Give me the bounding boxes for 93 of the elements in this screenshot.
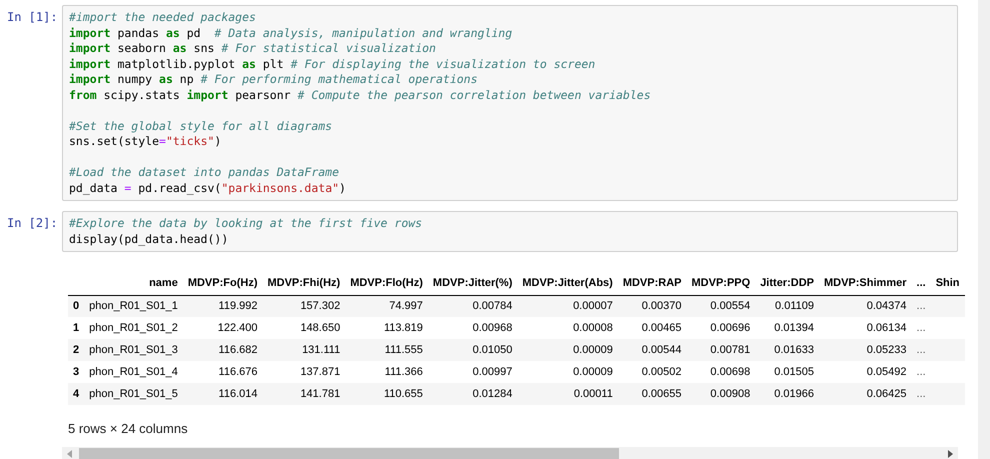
row-index: 3 xyxy=(73,366,80,378)
column-header: MDVP:Fhi(Hz) xyxy=(267,277,340,289)
table-cell: phon_R01_S01_2 xyxy=(89,322,178,334)
code-line: import numpy as np # For performing mathematical operations xyxy=(69,72,478,88)
table-cell: ... xyxy=(916,300,926,312)
table-cell: 0.01284 xyxy=(472,388,512,400)
column-header: MDVP:Flo(Hz) xyxy=(350,277,423,289)
table-cell: 0.00784 xyxy=(472,300,512,312)
table-cell: 0.00544 xyxy=(642,344,682,356)
table-cell: 0.00781 xyxy=(710,344,750,356)
table-cell: 116.676 xyxy=(218,366,258,378)
table-cell: 119.992 xyxy=(218,300,258,312)
code-line: #Load the dataset into pandas DataFrame xyxy=(69,165,340,180)
table-cell: 0.04374 xyxy=(866,300,907,312)
table-cell: 111.366 xyxy=(384,366,423,378)
horizontal-scrollbar[interactable] xyxy=(62,446,958,459)
table-cell: 0.05492 xyxy=(866,366,907,378)
cell-prompt: In [1]: xyxy=(6,9,59,26)
code-line: #import the needed packages xyxy=(69,10,256,26)
table-cell: 0.00465 xyxy=(642,322,682,334)
code-line: #Explore the data by looking at the first five rows xyxy=(69,216,422,232)
table-cell: phon_R01_S01_4 xyxy=(89,366,178,378)
table-cell: 0.01050 xyxy=(472,344,512,356)
table-cell: phon_R01_S01_1 xyxy=(89,300,178,312)
table-cell: 148.650 xyxy=(300,322,340,334)
column-header: Shin xyxy=(936,277,960,289)
table-cell: ... xyxy=(916,322,926,334)
table-cell: 0.00696 xyxy=(710,322,750,334)
table-cell: 0.00370 xyxy=(642,300,682,312)
table-cell: 0.01966 xyxy=(774,388,814,400)
table-cell: ... xyxy=(916,344,926,356)
table-cell: ... xyxy=(916,366,926,378)
column-header: MDVP:PPQ xyxy=(692,277,750,289)
table-cell: 0.00009 xyxy=(573,366,613,378)
code-line: #Set the global style for all diagrams xyxy=(69,118,332,134)
column-header: MDVP:Fo(Hz) xyxy=(188,277,258,289)
code-line: from scipy.stats import pearsonr # Compute the pearson correlation between variables xyxy=(69,88,651,103)
code-line: import pandas as pd # Data analysis, manipulation and wrangling xyxy=(69,26,512,41)
scroll-right-icon[interactable] xyxy=(947,450,953,458)
table-cell: 0.00009 xyxy=(573,344,613,356)
code-line: import matplotlib.pyplot as plt # For displaying the visualization to screen xyxy=(69,56,596,72)
scrollbar-thumb[interactable] xyxy=(79,448,619,459)
table-cell: 0.01109 xyxy=(775,300,814,312)
row-index: 1 xyxy=(73,322,80,334)
table-cell: 116.682 xyxy=(218,344,258,356)
table-cell: phon_R01_S01_3 xyxy=(89,344,178,356)
table-cell: 0.00908 xyxy=(710,388,750,400)
table-cell: 0.06134 xyxy=(866,322,907,334)
table-cell: 0.00011 xyxy=(574,388,613,400)
row-index: 2 xyxy=(73,344,80,356)
table-cell: 111.555 xyxy=(384,344,423,356)
column-header: name xyxy=(149,277,178,289)
table-cell: 0.00655 xyxy=(642,388,682,400)
table-cell: 0.00502 xyxy=(642,366,682,378)
scroll-left-icon[interactable] xyxy=(67,450,73,458)
table-cell: 0.00554 xyxy=(710,300,750,312)
column-header: MDVP:Jitter(%) xyxy=(432,277,512,289)
column-header: MDVP:Shimmer xyxy=(824,277,907,289)
table-cell: 0.00008 xyxy=(573,322,613,334)
table-cell: 141.781 xyxy=(300,388,340,400)
table-cell: 0.00007 xyxy=(573,300,613,312)
table-cell: 122.400 xyxy=(218,322,258,334)
row-index: 4 xyxy=(73,388,80,400)
code-line: sns.set(style="ticks") xyxy=(69,134,222,150)
table-cell: 0.01633 xyxy=(774,344,814,356)
table-cell: 116.014 xyxy=(218,388,258,400)
table-cell: 157.302 xyxy=(300,300,340,312)
code-line: import seaborn as sns # For statistical visualization xyxy=(69,41,436,56)
table-cell: 0.05233 xyxy=(866,344,907,356)
column-header: Jitter:DDP xyxy=(760,277,814,289)
cell-prompt: In [2]: xyxy=(6,215,59,232)
table-cell: 0.01394 xyxy=(774,322,814,334)
table-cell: ... xyxy=(916,388,926,400)
code-line: display(pd_data.head()) xyxy=(69,232,228,247)
code-editor[interactable] xyxy=(62,5,958,201)
table-cell: 0.00968 xyxy=(472,322,512,334)
table-cell: 131.111 xyxy=(302,344,340,356)
column-header: MDVP:RAP xyxy=(622,277,682,289)
table-cell: phon_R01_S01_5 xyxy=(89,388,178,400)
table-cell: 0.06425 xyxy=(866,388,907,400)
table-cell: 110.655 xyxy=(384,388,423,400)
code-editor[interactable]: #Explore the data by looking at the first five rows display(pd_data.head()) xyxy=(62,211,958,252)
table-cell: 113.819 xyxy=(384,322,423,334)
table-summary: 5 rows × 24 columns xyxy=(68,420,188,438)
table-cell: 0.00997 xyxy=(472,366,512,378)
column-header: MDVP:Jitter(Abs) xyxy=(522,277,613,289)
table-cell: 137.871 xyxy=(300,366,340,378)
column-header: ... xyxy=(916,277,926,289)
row-index: 0 xyxy=(73,300,80,312)
table-cell: 0.01505 xyxy=(774,366,814,378)
table-cell: 0.00698 xyxy=(710,366,750,378)
code-line: pd_data = pd.read_csv("parkinsons.data") xyxy=(69,180,346,196)
table-cell: 74.997 xyxy=(389,300,423,312)
